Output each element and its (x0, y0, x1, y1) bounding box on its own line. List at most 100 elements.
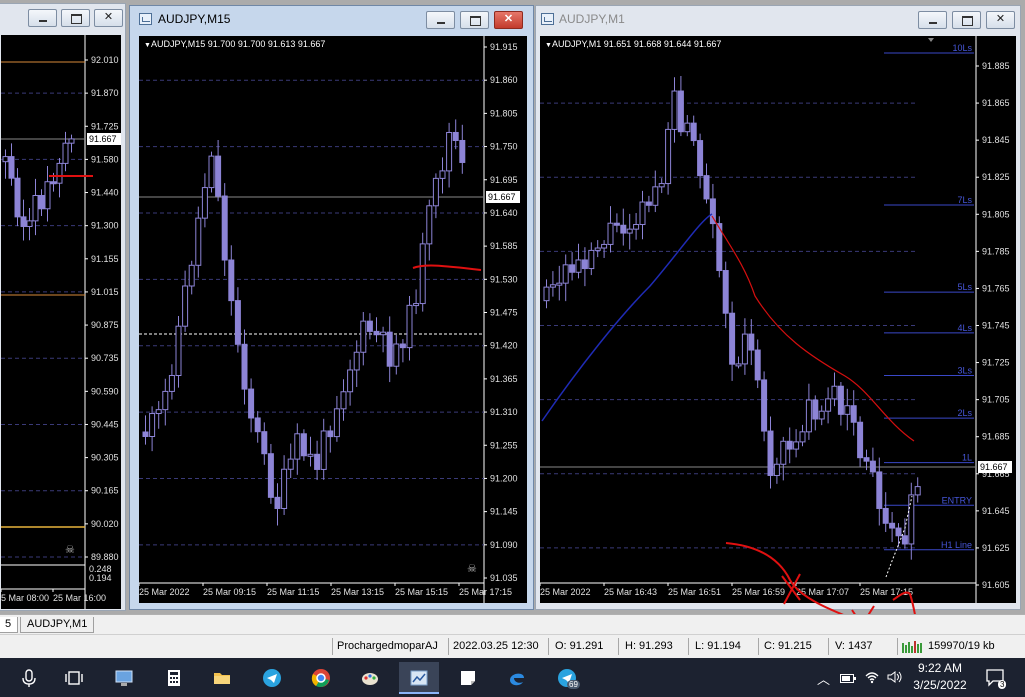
chart-area[interactable]: 91.915 91.860 91.805 91.750 91.695 91.640 91.5… (139, 36, 527, 603)
task-view-icon[interactable] (54, 662, 94, 694)
chart-area[interactable]: 92.010 91.870 91.725 91.580 91.440 91.300 91.1… (1, 35, 121, 609)
price-axis-label: 90.735 (91, 353, 119, 363)
price-axis-label: 90.875 (91, 320, 119, 330)
price-axis-label: 91.300 (91, 221, 119, 231)
candle-body (294, 433, 301, 460)
candle-body (684, 122, 691, 133)
volume-icon[interactable] (887, 670, 903, 684)
price-axis-label: 91.725 (91, 121, 119, 131)
wifi-icon[interactable] (864, 670, 880, 684)
close-button[interactable]: ✕ (986, 11, 1015, 29)
candle-body (857, 421, 864, 459)
candle-body (254, 417, 261, 433)
computer-icon[interactable] (104, 662, 144, 694)
status-traffic: 159970/19 kb (928, 640, 995, 652)
battery-icon[interactable] (840, 672, 856, 684)
candle-body (2, 156, 9, 163)
status-separator (828, 638, 829, 655)
clock-date: 3/25/2022 (913, 678, 967, 692)
price-axis-label: 91.885 (982, 61, 1010, 71)
candle-body (869, 460, 876, 473)
chart-window-icon (541, 13, 554, 25)
minimize-button[interactable] (426, 11, 455, 29)
candle-body (825, 398, 832, 412)
candle-body (773, 463, 780, 476)
candle-body (914, 486, 921, 496)
level-label: 1L (962, 453, 972, 463)
maximize-button[interactable] (61, 9, 90, 27)
chart-window-m1[interactable]: AUDJPY,M1 ✕ 91.885 91.865 91.845 91.825 91.8… (535, 5, 1021, 610)
chart-window-m15[interactable]: AUDJPY,M15 ✕ 91.915 91.860 91.805 91.750 91.… (129, 5, 534, 610)
candle-body (168, 375, 175, 392)
file-explorer-icon[interactable] (202, 662, 242, 694)
telegram-desktop-icon[interactable]: 69 (547, 662, 587, 694)
price-axis-label: 91.870 (91, 88, 119, 98)
minimize-button[interactable] (28, 9, 57, 27)
price-chart[interactable]: 91.885 91.865 91.845 91.825 91.805 91.785 91.7… (540, 36, 1016, 603)
chart-area[interactable]: 91.885 91.865 91.845 91.825 91.805 91.785 91.7… (540, 36, 1016, 603)
candle-body (729, 312, 736, 365)
edge-icon[interactable] (497, 662, 537, 694)
close-button[interactable]: ✕ (494, 11, 523, 29)
chart-window-left[interactable]: ✕ 92.010 91.870 91.725 91.580 91.440 91.300 91… (0, 3, 126, 611)
time-axis-label: 25 Mar 16:59 (732, 587, 785, 597)
telegram-icon[interactable] (252, 662, 292, 694)
candle-body (68, 138, 75, 144)
candle-body (620, 224, 627, 234)
candle-body (594, 247, 601, 251)
subwindow-label: 0.194 (89, 573, 112, 583)
windows-taskbar: 69 ︿ 9:22 AM 3/25/2022 3 (0, 658, 1025, 697)
candle-body (56, 162, 63, 184)
candle-body (780, 440, 787, 465)
status-high: H: 91.293 (625, 640, 673, 652)
candle-body (314, 453, 321, 470)
calculator-icon[interactable] (154, 662, 194, 694)
svg-text:☠: ☠ (467, 563, 477, 575)
candle-body (850, 405, 857, 423)
title-bar[interactable]: AUDJPY,M1 ✕ (536, 6, 1020, 34)
metatrader-icon[interactable] (399, 662, 439, 694)
title-bar[interactable]: ✕ (0, 4, 125, 32)
candle-body (353, 351, 360, 371)
candle-body (575, 259, 582, 273)
status-open: O: 91.291 (555, 640, 604, 652)
price-chart[interactable]: 92.010 91.870 91.725 91.580 91.440 91.300 91.1… (1, 35, 121, 609)
price-axis-label: 91.705 (982, 395, 1010, 405)
chevron-up-icon[interactable]: ︿ (817, 669, 830, 688)
candle-body (613, 222, 620, 226)
maximize-button[interactable] (460, 11, 489, 29)
candle-body (366, 320, 373, 332)
level-label: 5Ls (957, 282, 972, 292)
candle-body (287, 458, 294, 470)
status-separator (332, 638, 333, 655)
price-axis-label: 91.585 (490, 241, 518, 251)
candle-body (562, 264, 569, 284)
candle-body (658, 183, 665, 188)
candle-body (799, 431, 806, 443)
price-axis-label: 91.475 (490, 308, 518, 318)
candle-body (14, 177, 21, 218)
candle-body (690, 122, 697, 142)
candle-body (569, 264, 576, 273)
candle-body (761, 379, 768, 432)
connection-status-icon[interactable] (902, 641, 924, 653)
price-chart[interactable]: 91.915 91.860 91.805 91.750 91.695 91.640 91.5… (139, 36, 527, 603)
sticky-notes-icon[interactable] (448, 662, 488, 694)
candle-body (837, 385, 844, 415)
tab-audjpy-m1[interactable]: AUDJPY,M1 (20, 617, 95, 633)
maximize-button[interactable] (952, 11, 981, 29)
candle-body (360, 320, 367, 353)
status-volume: V: 1437 (835, 640, 873, 652)
chrome-icon[interactable] (301, 662, 341, 694)
window-title: AUDJPY,M15 (158, 12, 231, 26)
price-axis-label: 91.750 (490, 142, 518, 152)
candle-body (373, 330, 380, 336)
candle-body (786, 440, 793, 450)
title-bar[interactable]: AUDJPY,M15 ✕ (130, 6, 533, 34)
paint-icon[interactable] (350, 662, 390, 694)
close-button[interactable]: ✕ (94, 9, 123, 27)
tab-chart-1[interactable]: 5 (0, 617, 19, 633)
minimize-button[interactable] (918, 11, 947, 29)
microphone-icon[interactable] (9, 662, 49, 694)
system-clock[interactable]: 9:22 AM 3/25/2022 (905, 660, 975, 694)
